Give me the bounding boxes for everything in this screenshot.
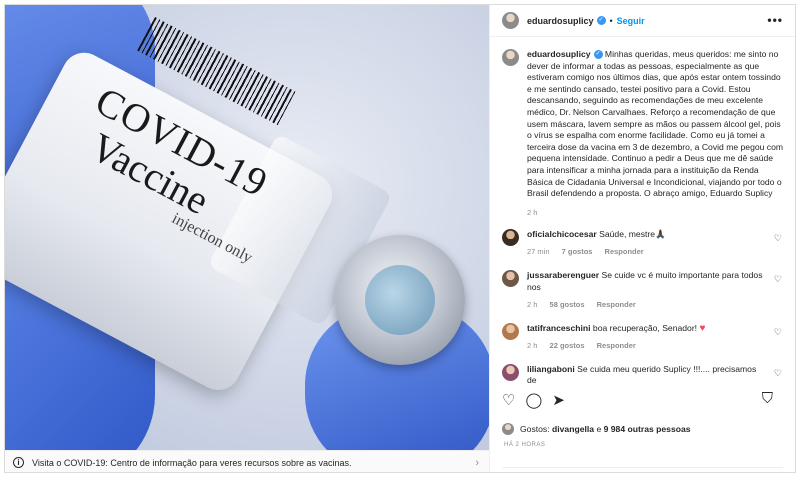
comment-item: tatifranceschini boa recuperação, Senado… (502, 322, 784, 352)
avatar[interactable] (502, 228, 519, 246)
avatar[interactable] (502, 49, 519, 66)
likes-summary[interactable]: Gostos: divangella e 9 984 outras pessoa… (502, 423, 691, 435)
reply-button[interactable]: Responder (597, 341, 636, 350)
share-send-icon[interactable]: ➤ (552, 393, 565, 408)
add-comment-area[interactable] (502, 467, 783, 472)
caption-text-block: eduardosuplicy ✓ Minhas queridas, meus qu… (527, 49, 784, 200)
comment-item: jussaraberenguer Se cuide vc é muito imp… (502, 269, 784, 311)
caption-username[interactable]: eduardosuplicy (527, 49, 591, 59)
covid-info-text: Visita o COVID-19: Centro de informação … (32, 457, 352, 468)
post-header: eduardosuplicy ✓ • Seguir ••• (490, 5, 795, 37)
comment-username[interactable]: oficialchicocesar (527, 229, 597, 239)
caption-text: Minhas queridas, meus queridos: me sinto… (527, 49, 784, 199)
like-comment-heart-icon[interactable]: ♡ (774, 274, 782, 285)
comment-time[interactable]: 27 min (527, 247, 550, 256)
verified-badge-icon: ✓ (596, 16, 606, 25)
post-image[interactable]: COVID-19 Vaccine injection only (5, 5, 489, 450)
likes-others-count[interactable]: 9 984 outras pessoas (604, 424, 691, 434)
comment-bubble-icon[interactable]: ◯ (525, 393, 542, 408)
caption-time: 2 h (527, 207, 538, 217)
liker-username[interactable]: divangella (552, 424, 594, 434)
liker-avatar (502, 423, 514, 435)
save-bookmark-icon[interactable]: ⛉ (762, 391, 773, 406)
avatar[interactable] (502, 12, 519, 29)
comment-time[interactable]: 2 h (527, 341, 537, 350)
info-icon: i (13, 457, 24, 468)
red-heart-emoji-icon: ♥ (699, 322, 706, 334)
comment-text: boa recuperação, Senador! (592, 322, 698, 333)
more-options-icon[interactable]: ••• (767, 13, 783, 27)
separator-dot: • (609, 15, 613, 26)
comment-text: Saúde, mestre🙏🏿 (599, 228, 666, 239)
like-comment-heart-icon[interactable]: ♡ (774, 327, 782, 338)
comment-item: oficialchicocesar Saúde, mestre🙏🏿 27 min… (502, 228, 784, 258)
comment-username[interactable]: tatifranceschini (527, 323, 591, 333)
avatar[interactable] (502, 269, 519, 287)
post-actions: ♡ ◯ ➤ ⛉ (502, 391, 783, 409)
comment-likes[interactable]: 7 gostos (562, 247, 593, 256)
comment-likes[interactable]: 22 gostos (550, 341, 585, 350)
like-heart-icon[interactable]: ♡ (502, 393, 515, 408)
avatar[interactable] (502, 363, 519, 381)
like-comment-heart-icon[interactable]: ♡ (774, 368, 782, 379)
chevron-right-icon: › (475, 457, 479, 469)
like-comment-heart-icon[interactable]: ♡ (774, 233, 782, 244)
comments-list[interactable]: eduardosuplicy ✓ Minhas queridas, meus qu… (490, 37, 795, 385)
post-timestamp[interactable]: HÁ 2 HORAS (504, 442, 545, 448)
verified-badge-icon: ✓ (593, 50, 603, 60)
comment-likes[interactable]: 58 gostos (550, 300, 585, 309)
follow-button[interactable]: Seguir (617, 16, 645, 26)
vial-cap-inner (365, 265, 435, 335)
covid-info-banner[interactable]: i Visita o COVID-19: Centro de informaçã… (5, 450, 489, 472)
comment-item: liliangaboni Se cuida meu querido Suplic… (502, 363, 784, 385)
comment-username[interactable]: jussaraberenguer (527, 270, 599, 280)
reply-button[interactable]: Responder (605, 247, 644, 256)
comment-time[interactable]: 2 h (527, 300, 537, 309)
avatar[interactable] (502, 322, 519, 340)
post-side-panel: eduardosuplicy ✓ • Seguir ••• eduardosup… (489, 5, 795, 472)
likes-prefix: Gostos: (520, 424, 550, 434)
post-modal: COVID-19 Vaccine injection only i Visita… (4, 4, 796, 473)
reply-button[interactable]: Responder (597, 300, 636, 309)
likes-connector: e (596, 424, 602, 434)
header-username[interactable]: eduardosuplicy (527, 16, 594, 26)
comment-username[interactable]: liliangaboni (527, 364, 575, 374)
caption: eduardosuplicy ✓ Minhas queridas, meus qu… (502, 49, 784, 200)
